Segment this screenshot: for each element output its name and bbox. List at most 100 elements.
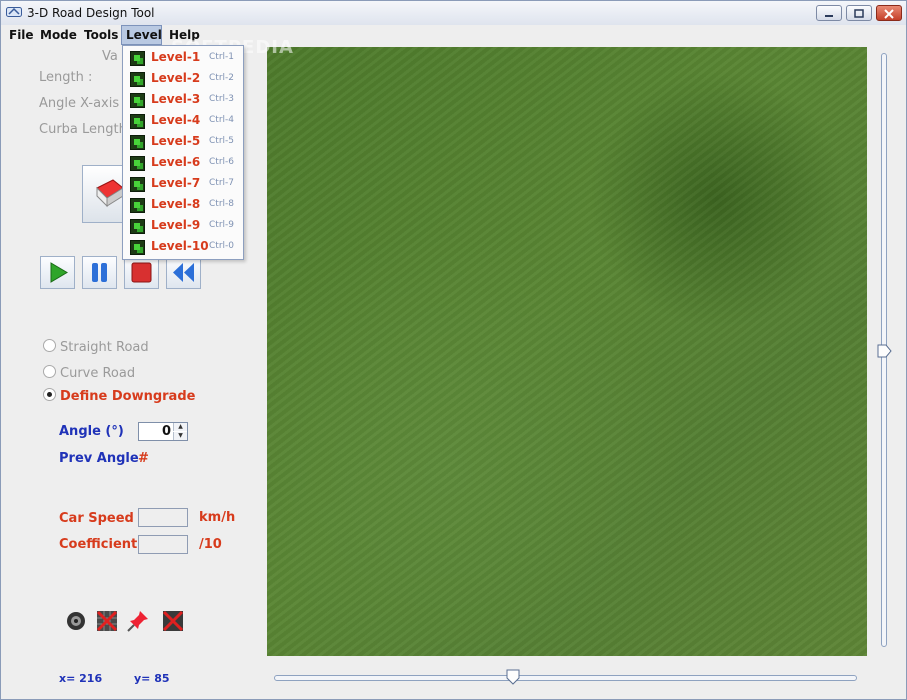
level-label: Level-2 <box>151 71 201 85</box>
level-label: Level-4 <box>151 113 201 127</box>
vertical-slider-thumb[interactable] <box>876 343 892 359</box>
clear-icon[interactable] <box>161 609 185 633</box>
level-menu-item-6[interactable]: Level-6 Ctrl-6 <box>123 153 243 174</box>
level-shortcut: Ctrl-8 <box>209 199 234 209</box>
define-downgrade-label: Define Downgrade <box>60 389 196 404</box>
window-title: 3-D Road Design Tool <box>27 6 155 20</box>
car-speed-unit: km/h <box>199 510 236 525</box>
level-shortcut: Ctrl-1 <box>209 52 234 62</box>
pause-icon <box>92 263 107 282</box>
speaker-icon[interactable] <box>64 609 88 633</box>
angle-spinner[interactable]: 0 ▲ ▼ <box>138 422 188 441</box>
level-menu-item-2[interactable]: Level-2 Ctrl-2 <box>123 69 243 90</box>
coefficient-field[interactable] <box>138 535 188 554</box>
menu-mode[interactable]: Mode <box>36 25 81 45</box>
horizontal-slider-track[interactable] <box>274 675 857 681</box>
spinner-up-icon[interactable]: ▲ <box>173 423 187 431</box>
level-menu-item-1[interactable]: Level-1 Ctrl-1 <box>123 48 243 69</box>
level-shortcut: Ctrl-4 <box>209 115 234 125</box>
eraser-icon <box>96 179 124 208</box>
title-bar[interactable]: 3-D Road Design Tool <box>1 1 906 26</box>
play-icon <box>50 262 68 283</box>
level-menu-item-8[interactable]: Level-8 Ctrl-8 <box>123 195 243 216</box>
curve-road-label: Curve Road <box>60 366 136 381</box>
level-shortcut: Ctrl-6 <box>209 157 234 167</box>
define-downgrade-option[interactable]: Define Downgrade <box>43 388 195 404</box>
angle-label: Angle (°) <box>59 424 124 439</box>
close-icon <box>884 9 894 19</box>
maximize-icon <box>854 9 864 18</box>
stop-icon <box>131 262 152 283</box>
menu-bar: File Mode Tools Level Help <box>1 25 906 45</box>
level-icon <box>130 198 145 213</box>
coefficient-label: Coefficient <box>59 537 138 552</box>
straight-road-label: Straight Road <box>60 340 149 355</box>
minimize-button[interactable] <box>816 5 842 21</box>
level-label: Level-6 <box>151 155 201 169</box>
level-label: Level-5 <box>151 134 201 148</box>
stop-button[interactable] <box>124 256 159 289</box>
level-icon <box>130 114 145 129</box>
app-window: 3-D Road Design Tool File Mode Tools Lev… <box>0 0 907 700</box>
grid-delete-icon[interactable] <box>95 609 119 633</box>
level-menu-item-5[interactable]: Level-5 Ctrl-5 <box>123 132 243 153</box>
level-icon <box>130 51 145 66</box>
length-label: Length : <box>39 70 93 85</box>
level-dropdown: Level-1 Ctrl-1 Level-2 Ctrl-2 Level-3 Ct… <box>122 45 244 260</box>
radio-indicator <box>43 339 56 352</box>
level-label: Level-8 <box>151 197 201 211</box>
level-shortcut: Ctrl-3 <box>209 94 234 104</box>
level-menu-item-10[interactable]: Level-10 Ctrl-0 <box>123 237 243 258</box>
spinner-down-icon[interactable]: ▼ <box>173 432 187 440</box>
maximize-button[interactable] <box>846 5 872 21</box>
straight-road-option[interactable]: Straight Road <box>43 339 149 355</box>
curba-length-label: Curba Length <box>39 122 127 137</box>
pin-icon[interactable] <box>126 609 150 633</box>
values-label: Va <box>102 49 118 64</box>
x-coordinate: x= 216 <box>59 672 103 685</box>
play-button[interactable] <box>40 256 75 289</box>
radio-indicator <box>43 365 56 378</box>
level-shortcut: Ctrl-7 <box>209 178 234 188</box>
level-menu-item-3[interactable]: Level-3 Ctrl-3 <box>123 90 243 111</box>
prev-angle-label: Prev Angle <box>59 451 139 466</box>
level-shortcut: Ctrl-5 <box>209 136 234 146</box>
rewind-icon <box>173 263 194 282</box>
car-speed-field[interactable] <box>138 508 188 527</box>
menu-file[interactable]: File <box>5 25 38 45</box>
level-icon <box>130 219 145 234</box>
rewind-button[interactable] <box>166 256 201 289</box>
level-label: Level-3 <box>151 92 201 106</box>
angle-x-label: Angle X-axis : <box>39 96 128 111</box>
curve-road-option[interactable]: Curve Road <box>43 365 135 381</box>
level-label: Level-9 <box>151 218 201 232</box>
app-icon <box>6 7 22 17</box>
level-shortcut: Ctrl-0 <box>209 241 234 251</box>
angle-value: 0 <box>161 424 171 439</box>
pause-button[interactable] <box>82 256 117 289</box>
level-icon <box>130 156 145 171</box>
close-button[interactable] <box>876 5 902 21</box>
level-menu-item-7[interactable]: Level-7 Ctrl-7 <box>123 174 243 195</box>
prev-angle-value: # <box>138 451 149 466</box>
level-icon <box>130 177 145 192</box>
level-menu-item-9[interactable]: Level-9 Ctrl-9 <box>123 216 243 237</box>
terrain-view[interactable] <box>267 47 867 656</box>
menu-level[interactable]: Level <box>121 25 162 45</box>
y-coordinate: y= 85 <box>134 672 170 685</box>
level-label: Level-10 <box>151 239 209 253</box>
level-shortcut: Ctrl-9 <box>209 220 234 230</box>
level-label: Level-1 <box>151 50 201 64</box>
menu-tools[interactable]: Tools <box>80 25 122 45</box>
horizontal-slider-thumb[interactable] <box>505 669 521 685</box>
car-speed-label: Car Speed <box>59 511 134 526</box>
level-shortcut: Ctrl-2 <box>209 73 234 83</box>
radio-indicator <box>43 388 56 401</box>
level-icon <box>130 240 145 255</box>
level-icon <box>130 135 145 150</box>
level-icon <box>130 72 145 87</box>
level-label: Level-7 <box>151 176 201 190</box>
level-menu-item-4[interactable]: Level-4 Ctrl-4 <box>123 111 243 132</box>
minimize-icon <box>825 15 833 17</box>
coefficient-unit: /10 <box>199 537 222 552</box>
